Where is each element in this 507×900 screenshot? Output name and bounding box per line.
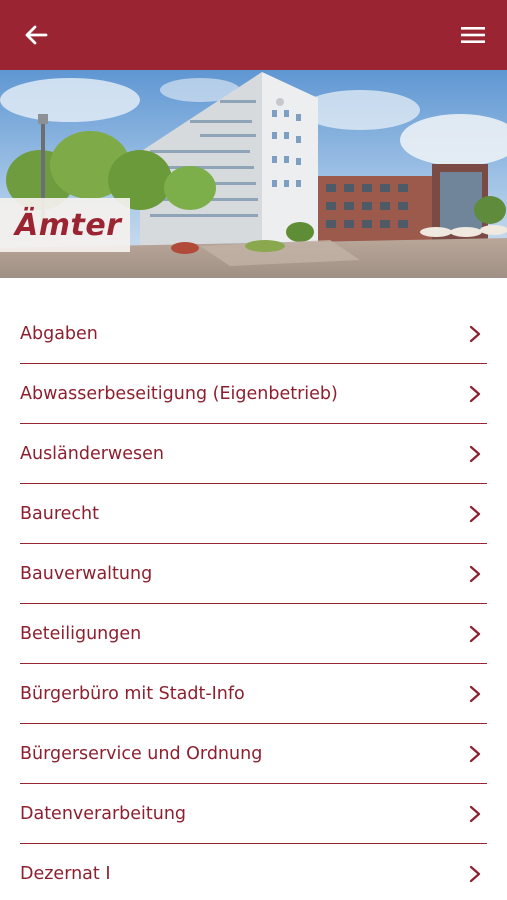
list-item-label: Dezernat I	[20, 864, 111, 884]
list-item-label: Beteiligungen	[20, 623, 142, 644]
list-item[interactable]: Beteiligungen	[20, 604, 487, 664]
department-list: Abgaben Abwasserbeseitigung (Eigenbetrie…	[20, 304, 487, 900]
menu-button[interactable]	[455, 17, 491, 53]
chevron-right-icon	[469, 745, 481, 762]
page-title-box: Ämter	[0, 198, 130, 252]
list-item[interactable]: Dezernat I	[20, 844, 487, 900]
list-item[interactable]: Datenverarbeitung	[20, 784, 487, 844]
chevron-right-icon	[469, 505, 481, 522]
chevron-right-icon	[469, 325, 481, 342]
list-item[interactable]: Bauverwaltung	[20, 544, 487, 604]
hamburger-menu-icon	[461, 27, 485, 43]
chevron-right-icon	[469, 445, 481, 462]
list-item-label: Bauverwaltung	[20, 563, 153, 584]
list-item-label: Datenverarbeitung	[20, 803, 187, 824]
list-item[interactable]: Ausländerwesen	[20, 424, 487, 484]
arrow-left-icon	[25, 25, 48, 45]
list-item-label: Abgaben	[20, 323, 98, 344]
page-title: Ämter	[15, 207, 122, 243]
list-item[interactable]: Baurecht	[20, 484, 487, 544]
list-item[interactable]: Bürgerservice und Ordnung	[20, 724, 487, 784]
app-header	[0, 0, 507, 70]
chevron-right-icon	[469, 565, 481, 582]
chevron-right-icon	[469, 625, 481, 642]
list-item-label: Bürgerservice und Ordnung	[20, 743, 263, 764]
hero-banner: Ämter	[0, 70, 507, 278]
list-item[interactable]: Bürgerbüro mit Stadt-Info	[20, 664, 487, 724]
chevron-right-icon	[469, 805, 481, 822]
back-button[interactable]	[18, 17, 54, 53]
list-item-label: Bürgerbüro mit Stadt-Info	[20, 683, 245, 704]
list-item-label: Abwasserbeseitigung (Eigenbetrieb)	[20, 383, 338, 404]
list-item-label: Baurecht	[20, 503, 99, 524]
chevron-right-icon	[469, 685, 481, 702]
list-item[interactable]: Abwasserbeseitigung (Eigenbetrieb)	[20, 364, 487, 424]
chevron-right-icon	[469, 865, 481, 883]
list-item[interactable]: Abgaben	[20, 304, 487, 364]
list-item-label: Ausländerwesen	[20, 443, 164, 464]
chevron-right-icon	[469, 385, 481, 402]
